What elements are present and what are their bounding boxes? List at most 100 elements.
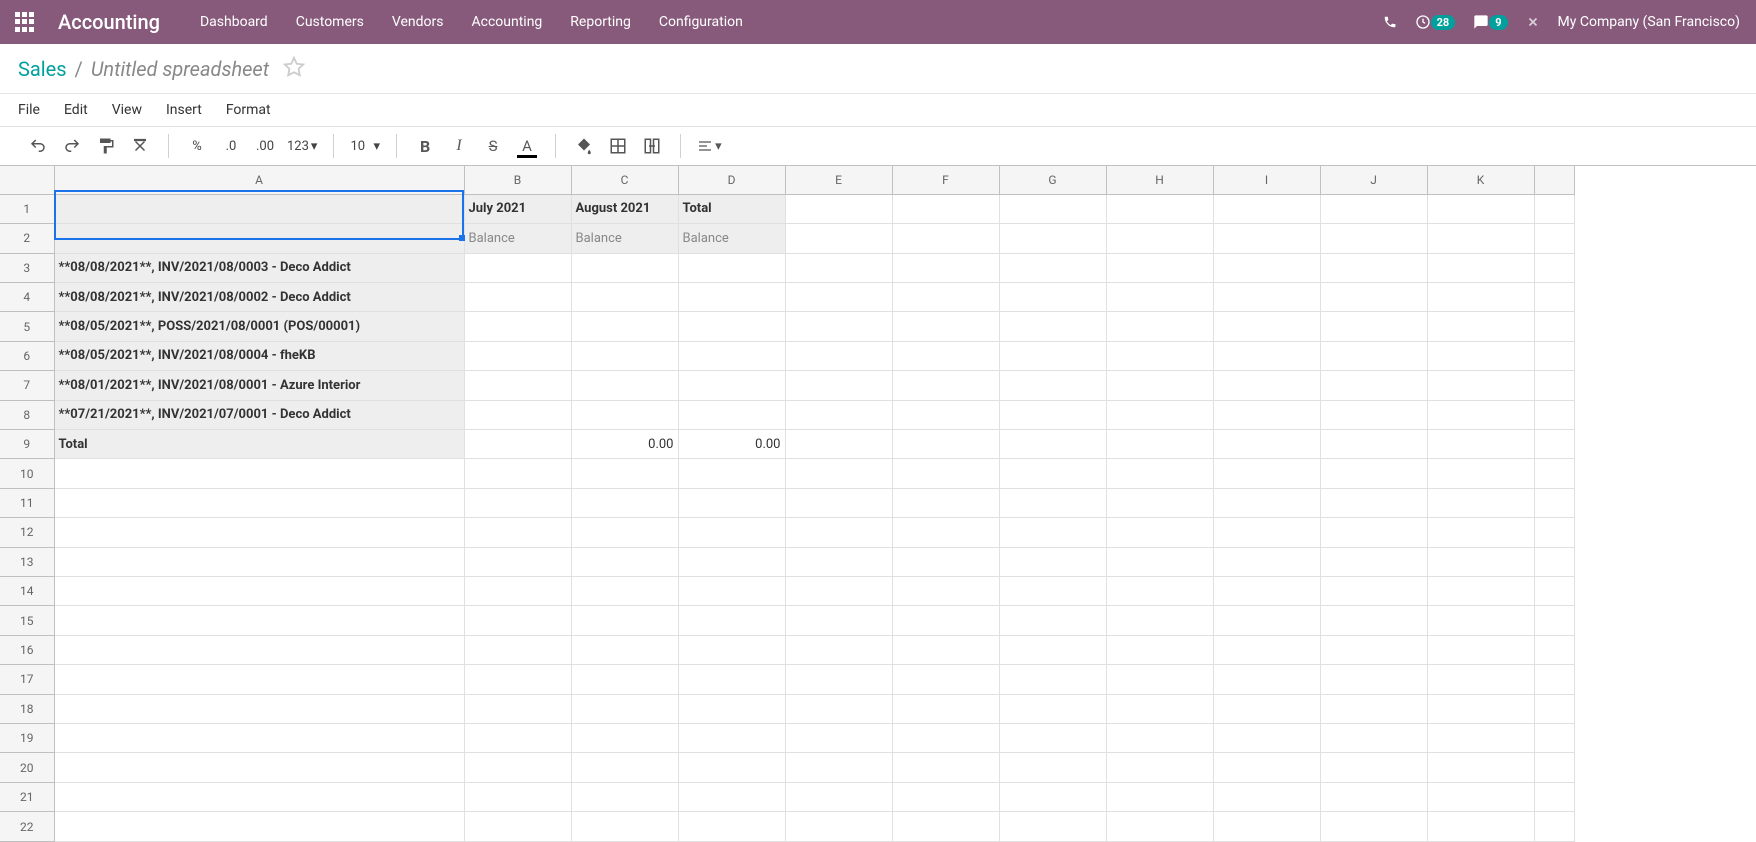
- cell-C19[interactable]: [571, 724, 678, 753]
- cell-I14[interactable]: [1213, 577, 1320, 606]
- cell-H2[interactable]: [1106, 224, 1213, 253]
- phone-icon[interactable]: [1383, 15, 1397, 29]
- cell-F3[interactable]: [892, 253, 999, 282]
- cell-A17[interactable]: [54, 665, 464, 694]
- cell-A3[interactable]: **08/08/2021**, INV/2021/08/0003 - Deco …: [54, 253, 464, 282]
- cell-C1[interactable]: August 2021: [571, 194, 678, 223]
- row-header-22[interactable]: 22: [0, 812, 54, 842]
- cell-B2[interactable]: Balance: [464, 224, 571, 253]
- cell-E8[interactable]: [785, 400, 892, 429]
- nav-customers[interactable]: Customers: [296, 14, 364, 30]
- cell-K18[interactable]: [1427, 694, 1534, 723]
- cell-extra-8[interactable]: [1534, 400, 1574, 429]
- cell-D11[interactable]: [678, 488, 785, 517]
- cell-F15[interactable]: [892, 606, 999, 635]
- cell-G7[interactable]: [999, 371, 1106, 400]
- borders-button[interactable]: [606, 132, 630, 160]
- cell-B17[interactable]: [464, 665, 571, 694]
- cell-E14[interactable]: [785, 577, 892, 606]
- cell-G8[interactable]: [999, 400, 1106, 429]
- cell-extra-11[interactable]: [1534, 488, 1574, 517]
- cell-A5[interactable]: **08/05/2021**, POSS/2021/08/0001 (POS/0…: [54, 312, 464, 341]
- cell-B18[interactable]: [464, 694, 571, 723]
- cell-J6[interactable]: [1320, 341, 1427, 370]
- text-color-button[interactable]: A: [515, 132, 539, 160]
- cell-G18[interactable]: [999, 694, 1106, 723]
- cell-D5[interactable]: [678, 312, 785, 341]
- cell-J19[interactable]: [1320, 724, 1427, 753]
- cell-J21[interactable]: [1320, 782, 1427, 811]
- cell-F17[interactable]: [892, 665, 999, 694]
- cell-extra-21[interactable]: [1534, 782, 1574, 811]
- cell-I1[interactable]: [1213, 194, 1320, 223]
- row-header-19[interactable]: 19: [0, 724, 54, 753]
- cell-H5[interactable]: [1106, 312, 1213, 341]
- cell-C16[interactable]: [571, 635, 678, 664]
- row-header-2[interactable]: 2: [0, 224, 54, 253]
- row-header-15[interactable]: 15: [0, 606, 54, 635]
- cell-G15[interactable]: [999, 606, 1106, 635]
- cell-H15[interactable]: [1106, 606, 1213, 635]
- cell-I21[interactable]: [1213, 782, 1320, 811]
- cell-B12[interactable]: [464, 518, 571, 547]
- cell-E21[interactable]: [785, 782, 892, 811]
- cell-K14[interactable]: [1427, 577, 1534, 606]
- cell-E1[interactable]: [785, 194, 892, 223]
- cell-F11[interactable]: [892, 488, 999, 517]
- column-header-G[interactable]: G: [999, 166, 1106, 194]
- menu-format[interactable]: Format: [226, 102, 271, 118]
- cell-E6[interactable]: [785, 341, 892, 370]
- column-header-B[interactable]: B: [464, 166, 571, 194]
- percent-format-button[interactable]: %: [185, 132, 209, 160]
- cell-G14[interactable]: [999, 577, 1106, 606]
- cell-extra-16[interactable]: [1534, 635, 1574, 664]
- cell-H11[interactable]: [1106, 488, 1213, 517]
- cell-I18[interactable]: [1213, 694, 1320, 723]
- cell-E2[interactable]: [785, 224, 892, 253]
- row-header-5[interactable]: 5: [0, 312, 54, 341]
- cell-extra-4[interactable]: [1534, 282, 1574, 311]
- cell-I5[interactable]: [1213, 312, 1320, 341]
- cell-E18[interactable]: [785, 694, 892, 723]
- cell-I7[interactable]: [1213, 371, 1320, 400]
- nav-configuration[interactable]: Configuration: [659, 14, 743, 30]
- cell-D8[interactable]: [678, 400, 785, 429]
- cell-D22[interactable]: [678, 812, 785, 842]
- cell-E10[interactable]: [785, 459, 892, 488]
- cell-G9[interactable]: [999, 429, 1106, 458]
- cell-I11[interactable]: [1213, 488, 1320, 517]
- column-header-D[interactable]: D: [678, 166, 785, 194]
- activities-button[interactable]: 28: [1415, 14, 1456, 30]
- align-dropdown[interactable]: ▾: [697, 132, 722, 160]
- cell-D7[interactable]: [678, 371, 785, 400]
- cell-D4[interactable]: [678, 282, 785, 311]
- cell-D6[interactable]: [678, 341, 785, 370]
- cell-C14[interactable]: [571, 577, 678, 606]
- cell-F9[interactable]: [892, 429, 999, 458]
- cell-K20[interactable]: [1427, 753, 1534, 782]
- cell-K7[interactable]: [1427, 371, 1534, 400]
- cell-J9[interactable]: [1320, 429, 1427, 458]
- cell-I20[interactable]: [1213, 753, 1320, 782]
- cell-D3[interactable]: [678, 253, 785, 282]
- column-header-H[interactable]: H: [1106, 166, 1213, 194]
- cell-J5[interactable]: [1320, 312, 1427, 341]
- cell-H4[interactable]: [1106, 282, 1213, 311]
- cell-C17[interactable]: [571, 665, 678, 694]
- cell-K8[interactable]: [1427, 400, 1534, 429]
- column-header-A[interactable]: A: [54, 166, 464, 194]
- strikethrough-button[interactable]: S: [481, 132, 505, 160]
- cell-extra-15[interactable]: [1534, 606, 1574, 635]
- row-header-11[interactable]: 11: [0, 488, 54, 517]
- cell-C12[interactable]: [571, 518, 678, 547]
- column-header-F[interactable]: F: [892, 166, 999, 194]
- favorite-star-icon[interactable]: [283, 56, 305, 82]
- menu-view[interactable]: View: [112, 102, 142, 118]
- cell-H21[interactable]: [1106, 782, 1213, 811]
- cell-C15[interactable]: [571, 606, 678, 635]
- cell-A1[interactable]: [54, 194, 464, 223]
- cell-A7[interactable]: **08/01/2021**, INV/2021/08/0001 - Azure…: [54, 371, 464, 400]
- cell-extra-14[interactable]: [1534, 577, 1574, 606]
- cell-G4[interactable]: [999, 282, 1106, 311]
- cell-E17[interactable]: [785, 665, 892, 694]
